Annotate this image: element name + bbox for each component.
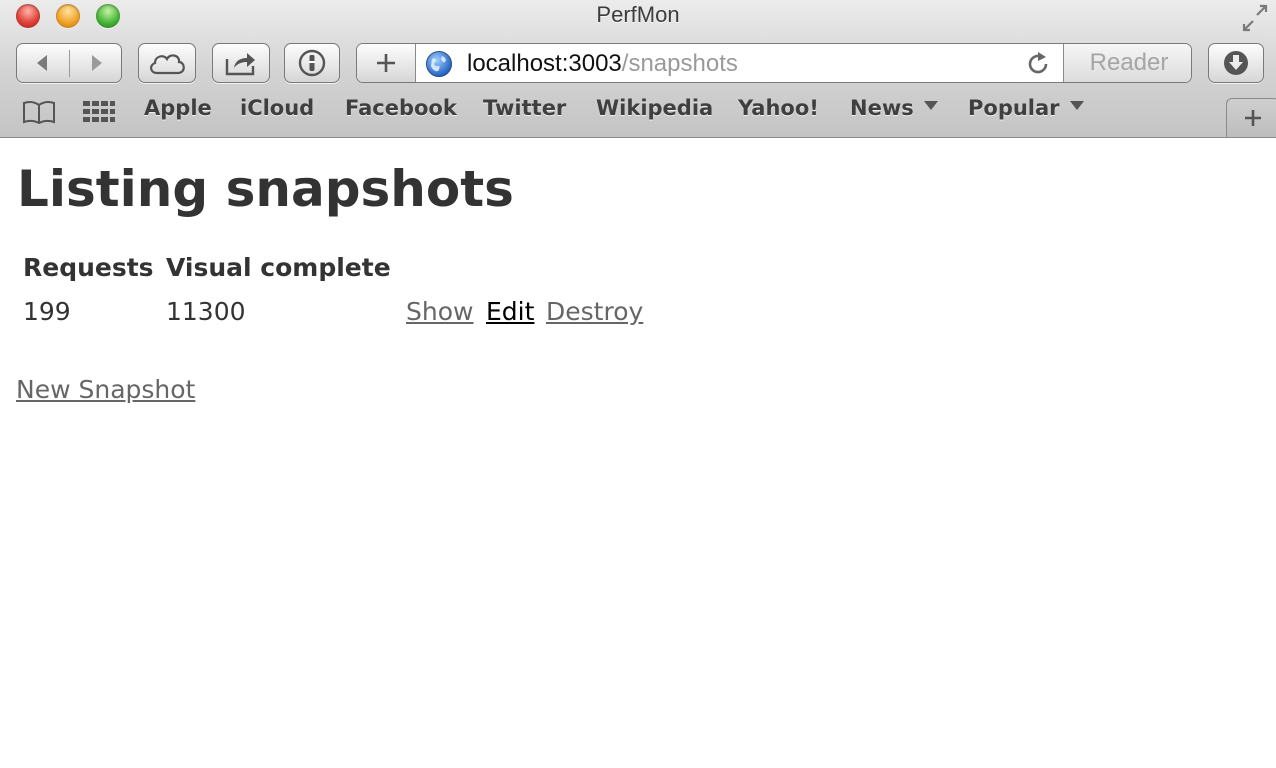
page-title: Listing snapshots: [17, 160, 514, 218]
reader-button[interactable]: Reader: [1063, 44, 1191, 82]
chevron-down-icon: [923, 101, 938, 110]
top-sites-grid-icon[interactable]: [82, 100, 116, 124]
bookmark-yahoo[interactable]: Yahoo!: [738, 96, 819, 120]
back-forward-control: [16, 43, 122, 83]
url-path: /snapshots: [621, 50, 738, 77]
bookmark-wikipedia[interactable]: Wikipedia: [596, 96, 713, 120]
bookmark-icloud[interactable]: iCloud: [240, 96, 314, 120]
cell-visual-complete: 11300: [166, 297, 246, 326]
password-manager-button[interactable]: [284, 43, 340, 83]
downloads-button[interactable]: [1208, 43, 1264, 83]
cloud-icon: [150, 54, 185, 75]
forward-arrow-icon: [92, 55, 102, 71]
column-header-requests: Requests: [23, 253, 154, 282]
new-tab-button[interactable]: [1226, 98, 1276, 137]
bookmark-folder-popular[interactable]: Popular: [968, 96, 1084, 120]
bookmark-folder-news-label: News: [850, 96, 914, 120]
reload-icon[interactable]: [1025, 51, 1051, 77]
url-text[interactable]: localhost:3003/snapshots: [467, 50, 738, 78]
browser-window: PerfMon localhost:3003/snapshots Reader …: [0, 0, 1276, 768]
url-host: localhost:3003: [467, 50, 622, 77]
icloud-tabs-button[interactable]: [138, 43, 196, 83]
fullscreen-icon[interactable]: [1240, 4, 1270, 32]
share-icon: [225, 53, 255, 76]
chevron-down-icon: [1069, 101, 1084, 110]
plus-icon: [377, 54, 395, 72]
bookmark-folder-news[interactable]: News: [850, 96, 938, 120]
back-arrow-icon: [37, 55, 47, 71]
new-snapshot-link[interactable]: New Snapshot: [16, 375, 195, 404]
bookmark-folder-popular-label: Popular: [968, 96, 1060, 120]
share-button[interactable]: [212, 43, 270, 83]
bookmark-facebook[interactable]: Facebook: [345, 96, 457, 120]
globe-icon: [426, 51, 452, 77]
download-icon: [1224, 51, 1248, 75]
add-bookmark-button[interactable]: [357, 44, 416, 82]
browser-toolbar: PerfMon localhost:3003/snapshots Reader …: [0, 0, 1276, 138]
keyhole-icon: [298, 49, 326, 77]
bookmark-twitter[interactable]: Twitter: [483, 96, 566, 120]
edit-link[interactable]: Edit: [486, 297, 534, 326]
reading-list-icon[interactable]: [22, 100, 56, 124]
show-link[interactable]: Show: [406, 297, 473, 326]
cell-requests: 199: [23, 297, 71, 326]
address-bar[interactable]: localhost:3003/snapshots Reader: [356, 43, 1192, 83]
window-title: PerfMon: [596, 2, 680, 27]
bookmark-apple[interactable]: Apple: [144, 96, 212, 120]
column-header-visual-complete: Visual complete: [166, 253, 391, 282]
back-button[interactable]: [17, 44, 69, 82]
destroy-link[interactable]: Destroy: [546, 297, 643, 326]
forward-button[interactable]: [70, 44, 122, 82]
plus-icon: [1245, 110, 1261, 126]
